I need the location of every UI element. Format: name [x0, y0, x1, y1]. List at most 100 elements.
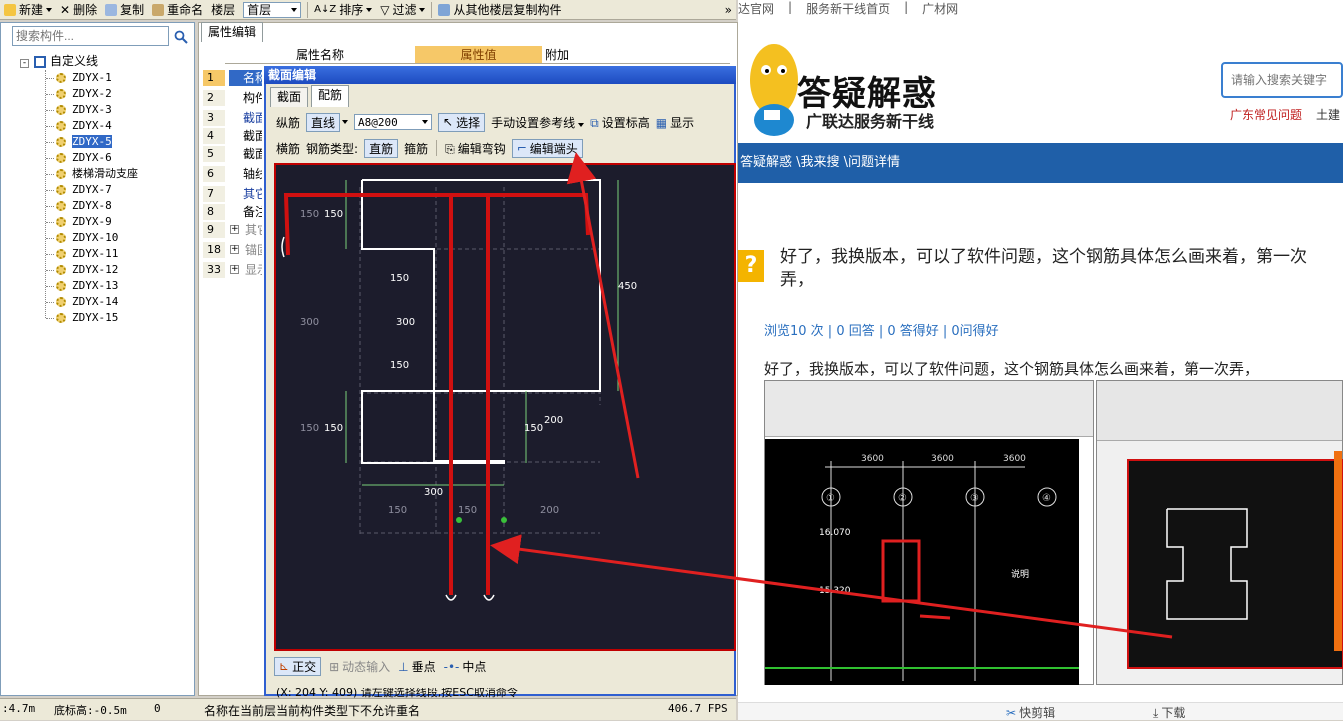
quick-clip-button[interactable]: ✂ 快剪辑 — [1006, 704, 1055, 721]
dialog-title: 截面编辑 — [264, 66, 736, 84]
tree-connector — [46, 157, 54, 159]
edit-hook-button[interactable]: ⎘ 编辑弯钩 — [445, 140, 506, 157]
delete-button[interactable]: ✕ 删除 — [56, 1, 101, 19]
sub-link[interactable]: 广东常见问题 — [1230, 106, 1302, 123]
tree-item[interactable]: ZDYX-7 — [46, 182, 112, 197]
ortho-button[interactable]: ⊾ 正交 — [274, 656, 322, 676]
table-row[interactable]: 名称 — [229, 70, 262, 86]
search-input[interactable] — [12, 26, 169, 46]
dynamic-input-button[interactable]: ⊞ 动态输入 — [329, 658, 390, 675]
gear-icon — [56, 281, 66, 291]
drawing-canvas[interactable]: 150 150 450 150 300 300 150 150 150 150 … — [274, 163, 736, 651]
tree-item[interactable]: 楼梯滑动支座 — [46, 166, 138, 181]
expand-icon[interactable]: + — [230, 245, 239, 254]
chevron-down-icon[interactable] — [342, 120, 349, 124]
table-row[interactable]: + 锚固 — [229, 242, 262, 258]
table-row[interactable]: + 显示 — [229, 262, 262, 278]
gear-icon — [56, 121, 66, 131]
manual-ref-line-button[interactable]: 手动设置参考线 — [491, 114, 585, 131]
main-toolbar: 新建 ✕ 删除 复制 重命名 楼层 首层 A↓Z 排序 ▽ 过滤 从其他楼层复制构件 … — [0, 0, 736, 20]
set-elevation-button[interactable]: ⧉ 设置标高 — [590, 114, 650, 131]
table-row[interactable]: 截面 — [229, 110, 262, 126]
tree-item[interactable]: ZDYX-14 — [46, 294, 118, 309]
cad-elev: 16.070 — [819, 528, 851, 538]
show-button[interactable]: ▦ 显示 — [656, 114, 694, 131]
tree-root[interactable]: - 自定义线 — [20, 54, 98, 69]
floor-select[interactable]: 首层 — [243, 1, 302, 18]
cad-dim: 3600 — [1003, 454, 1026, 464]
row-number: 4 — [203, 128, 225, 144]
table-row[interactable]: 构件 — [229, 90, 262, 106]
site-search-input[interactable] — [1221, 62, 1343, 98]
nav-link[interactable]: 达官网 — [738, 0, 774, 16]
table-row[interactable]: 其它 — [229, 186, 262, 202]
sort-button[interactable]: A↓Z 排序 — [310, 1, 376, 19]
expand-icon[interactable]: + — [230, 225, 239, 234]
tree-item[interactable]: ZDYX-3 — [46, 102, 112, 117]
property-name: 备注 — [243, 205, 262, 219]
tree-item[interactable]: ZDYX-6 — [46, 150, 112, 165]
dim-text: 150 — [524, 423, 543, 434]
edit-end-button[interactable]: ⌐ 编辑端头 — [511, 138, 583, 158]
attached-screenshot-cad[interactable]: 3600 3600 3600 16.070 15.320 说明 ① ② ③ ④ — [764, 380, 1094, 685]
filter-button[interactable]: ▽ 过滤 — [376, 1, 429, 19]
rebar-type-label: 钢筋类型: — [306, 141, 359, 156]
nav-link[interactable]: 服务新干线首页 — [806, 0, 890, 16]
tree-item[interactable]: ZDYX-11 — [46, 246, 118, 261]
straight-bar-button[interactable]: 直筋 — [364, 138, 399, 158]
longitudinal-label: 纵筋 — [276, 115, 301, 130]
tree-item[interactable]: ZDYX-15 — [46, 310, 118, 325]
expand-icon[interactable]: + — [230, 265, 239, 274]
tree-item[interactable]: ZDYX-10 — [46, 230, 118, 245]
copy-from-floor-button[interactable]: 从其他楼层复制构件 — [434, 1, 565, 19]
cad-axis-label: ② — [898, 493, 907, 504]
tree-item[interactable]: ZDYX-12 — [46, 262, 118, 277]
dim-text: 150 — [300, 209, 319, 220]
table-row[interactable]: + 其它 — [229, 222, 262, 238]
select-button[interactable]: ↖ 选择 — [438, 112, 486, 132]
tree-item[interactable]: ZDYX-5 — [46, 134, 112, 149]
straight-line-button[interactable]: 直线 — [306, 112, 341, 132]
nav-link[interactable]: 广材网 — [922, 0, 958, 16]
breadcrumb[interactable]: 答疑解惑 \我来搜 \问题详情 — [738, 143, 1343, 183]
property-name: 名称 — [243, 71, 262, 85]
tab-rebar[interactable]: 配筋 — [311, 85, 350, 107]
new-button[interactable]: 新建 — [0, 1, 56, 19]
rebar-spec-input[interactable]: A8@200 — [354, 114, 433, 130]
gear-icon — [56, 89, 66, 99]
property-name: 轴线 — [243, 167, 262, 181]
show-icon: ▦ — [655, 115, 668, 130]
table-row[interactable]: 截面 — [229, 128, 262, 144]
row-number: 9 — [203, 222, 225, 238]
table-row[interactable]: 轴线 — [229, 166, 262, 182]
cad-axis-label: ① — [826, 493, 835, 504]
rename-button[interactable]: 重命名 — [148, 1, 207, 19]
copy-button[interactable]: 复制 — [101, 1, 148, 19]
tree-item[interactable]: ZDYX-2 — [46, 86, 112, 101]
tab-property-edit[interactable]: 属性编辑 — [201, 22, 264, 42]
tree-item[interactable]: ZDYX-1 — [46, 70, 112, 85]
table-row[interactable]: 备注 — [229, 204, 262, 220]
attached-screenshot-software[interactable] — [1096, 380, 1343, 685]
chevron-down-icon — [46, 7, 53, 12]
overflow-chevron-icon[interactable]: » — [721, 1, 736, 19]
gear-icon — [56, 201, 66, 211]
tree-item[interactable]: ZDYX-8 — [46, 198, 112, 213]
col-value-header: 属性值 — [415, 46, 542, 63]
mid-point-button[interactable]: -•- 中点 — [444, 658, 487, 675]
gear-icon — [56, 297, 66, 307]
gear-icon — [56, 153, 66, 163]
search-icon[interactable] — [171, 27, 191, 46]
table-row[interactable]: 截面 — [229, 146, 262, 162]
tree-item[interactable]: ZDYX-4 — [46, 118, 112, 133]
gear-icon — [56, 185, 66, 195]
row-number: 8 — [203, 204, 225, 220]
stirrup-button[interactable]: 箍筋 — [404, 140, 428, 157]
sub-link[interactable]: 土建 — [1316, 106, 1340, 123]
tree-item[interactable]: ZDYX-13 — [46, 278, 118, 293]
tab-section[interactable]: 截面 — [270, 87, 309, 107]
download-button[interactable]: ⤓ 下载 — [1153, 704, 1185, 721]
perp-point-button[interactable]: ⊥ 垂点 — [398, 658, 435, 675]
tree-item[interactable]: ZDYX-9 — [46, 214, 112, 229]
collapse-icon[interactable]: - — [20, 59, 29, 68]
